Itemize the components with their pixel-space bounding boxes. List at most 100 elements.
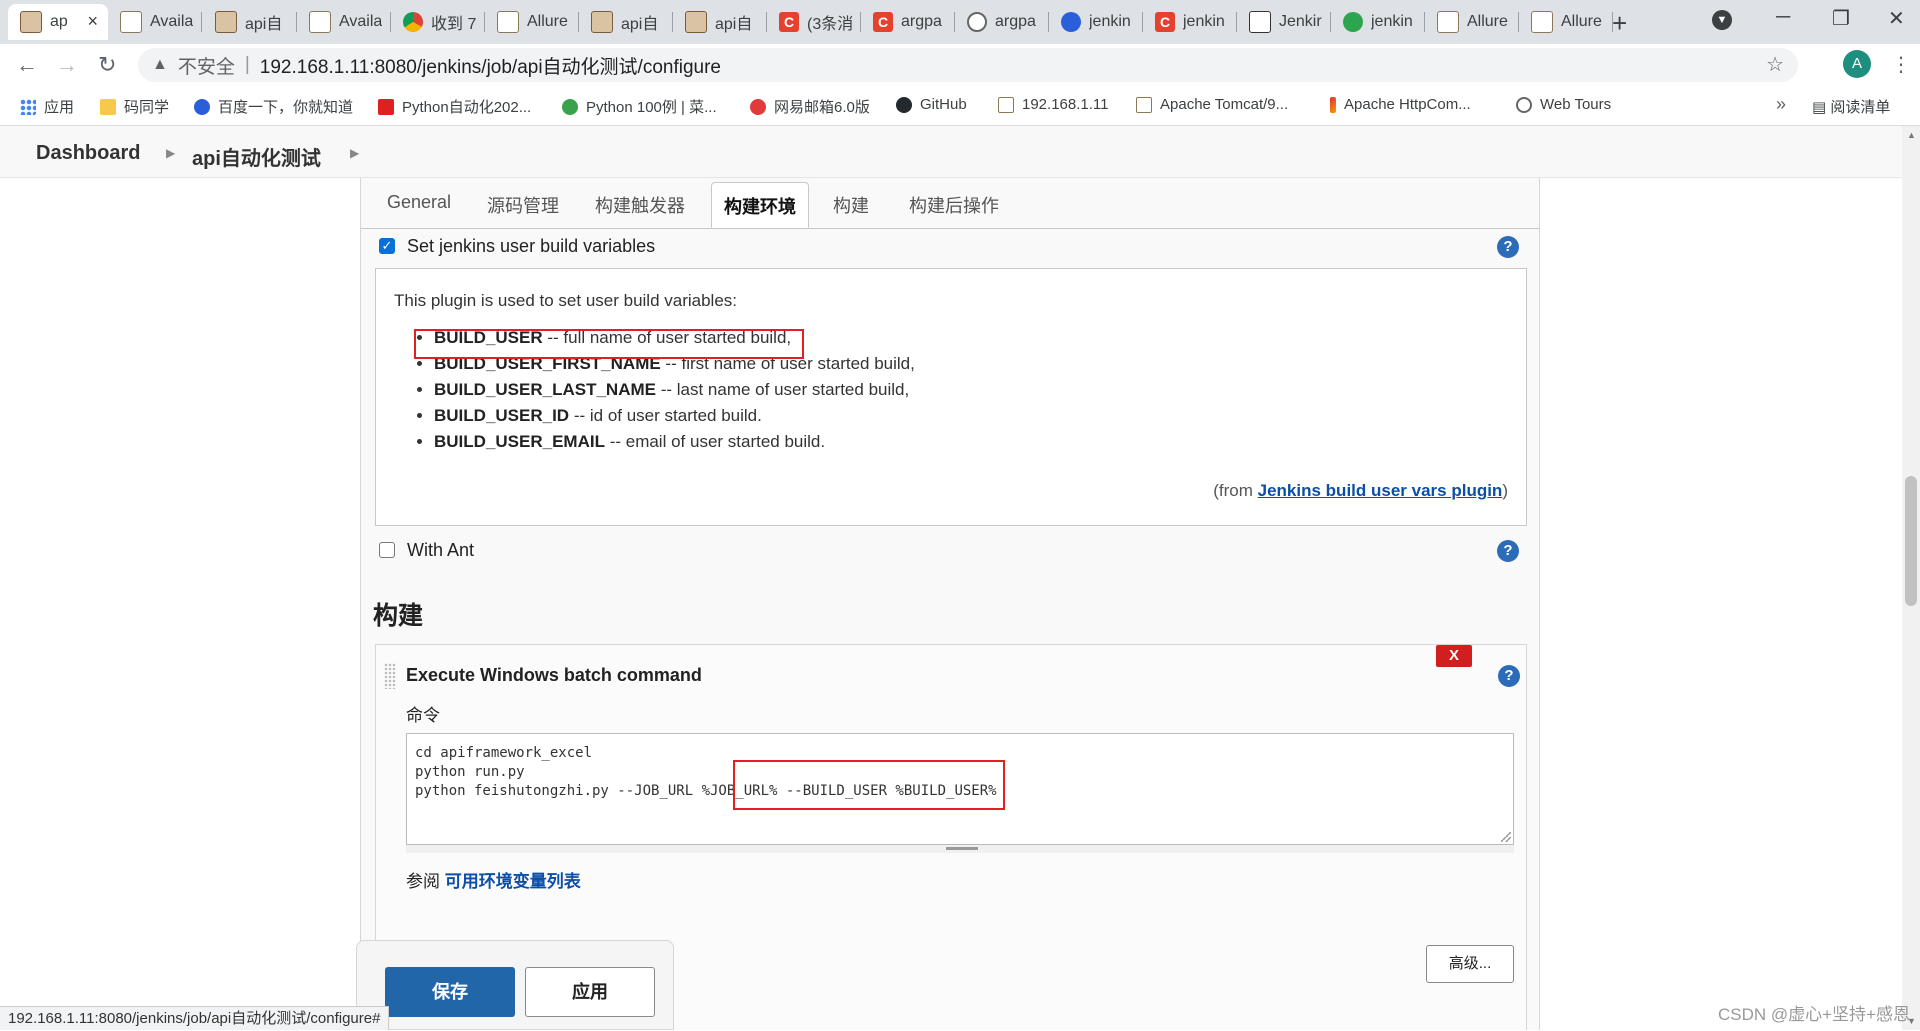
bookmark-item[interactable]: Apache Tomcat/9... <box>1136 96 1288 113</box>
breadcrumb-chevron-icon[interactable]: ▶ <box>350 146 359 160</box>
bookmark-item[interactable]: 网易邮箱6.0版 <box>750 96 870 117</box>
browser-menu-icon[interactable]: ⋮ <box>1891 52 1911 77</box>
browser-tab[interactable]: Allure <box>485 4 579 40</box>
new-tab-button[interactable]: + <box>1612 8 1627 39</box>
textarea-scrollbar[interactable] <box>406 845 1514 853</box>
tab-label: Availa <box>150 13 194 30</box>
tab-general[interactable]: General <box>387 192 451 213</box>
user-build-vars-label[interactable]: Set jenkins user build variables <box>407 236 655 257</box>
tab-build-triggers[interactable]: 构建触发器 <box>595 192 685 218</box>
browser-tab[interactable]: api自 <box>579 4 673 40</box>
browser-tab[interactable]: Cjenkin <box>1143 4 1237 40</box>
browser-tab[interactable]: Allure <box>1425 4 1519 40</box>
build-step-title: Execute Windows batch command <box>406 665 702 685</box>
help-icon[interactable]: ? <box>1498 665 1520 687</box>
tab-source-control[interactable]: 源码管理 <box>487 192 559 218</box>
bookmark-item[interactable]: Apache HttpCom... <box>1330 96 1471 113</box>
user-build-vars-checkbox[interactable]: ✓ <box>379 238 395 254</box>
bookmark-item[interactable]: Python自动化202... <box>378 96 531 117</box>
img-favicon-icon <box>1437 11 1459 33</box>
advanced-button[interactable]: 高级... <box>1426 945 1514 983</box>
reload-icon[interactable]: ↻ <box>98 52 116 78</box>
plugin-help-box: This plugin is used to set user build va… <box>375 268 1527 526</box>
tab-search-icon[interactable]: ▼ <box>1712 10 1732 30</box>
bookmark-item[interactable]: 192.168.1.11 <box>998 96 1108 113</box>
help-icon[interactable]: ? <box>1497 540 1519 562</box>
variable-description: -- last name of user started build, <box>655 380 910 399</box>
job-config-panel: General 源码管理 构建触发器 构建环境 构建 构建后操作 ✓ Set j… <box>360 178 1540 1030</box>
tab-build-environment[interactable]: 构建环境 <box>711 182 809 228</box>
bookmark-item[interactable]: Web Tours <box>1516 96 1611 113</box>
red-bookmark-icon <box>378 98 394 115</box>
browser-tab[interactable]: Allure <box>1519 4 1613 40</box>
browser-tab[interactable]: Cargpa <box>861 4 955 40</box>
tab-build[interactable]: 构建 <box>833 192 869 218</box>
bookmark-item[interactable]: 百度一下，你就知道 <box>194 96 353 117</box>
bookmark-star-icon[interactable]: ☆ <box>1766 52 1784 77</box>
close-tab-icon[interactable]: × <box>87 11 98 32</box>
address-bar[interactable]: ▲ 不安全 | 192.168.1.11:8080/jenkins/job/ap… <box>138 48 1798 82</box>
tab-label: Jenkir <box>1279 13 1322 30</box>
not-secure-label[interactable]: 不安全 <box>178 52 235 79</box>
status-bar-url: 192.168.1.11:8080/jenkins/job/api自动化测试/c… <box>0 1006 390 1030</box>
forward-arrow-icon[interactable]: → <box>56 52 78 78</box>
page-scrollbar[interactable]: ▲ ▼ <box>1902 126 1920 1030</box>
drag-handle-icon[interactable] <box>384 663 396 689</box>
browser-tab[interactable]: Jenkir <box>1237 4 1331 40</box>
baidu-favicon-icon <box>1061 12 1081 32</box>
more-bookmarks-button[interactable]: » <box>1776 94 1786 115</box>
resize-grip-icon[interactable] <box>1501 832 1511 842</box>
close-window-button[interactable]: ✕ <box>1888 6 1905 31</box>
address-divider: | <box>244 54 250 75</box>
tab-label: jenkin <box>1089 13 1131 30</box>
help-icon[interactable]: ? <box>1497 236 1519 258</box>
browser-tab[interactable]: Availa <box>297 4 391 40</box>
img-favicon-icon <box>1531 11 1553 33</box>
browser-tab[interactable]: ap × <box>8 4 108 40</box>
env-vars-link[interactable]: 可用环境变量列表 <box>445 872 581 891</box>
scroll-up-icon[interactable]: ▲ <box>1907 130 1916 140</box>
with-ant-checkbox[interactable] <box>379 542 395 558</box>
save-button[interactable]: 保存 <box>385 967 515 1017</box>
tab-post-build[interactable]: 构建后操作 <box>909 192 999 218</box>
delete-step-button[interactable]: X <box>1436 645 1472 667</box>
from-suffix: ) <box>1502 481 1508 500</box>
bookmark-item[interactable]: Python 100例 | 菜... <box>562 96 717 117</box>
address-url[interactable]: 192.168.1.11:8080/jenkins/job/api自动化测试/c… <box>260 52 721 79</box>
restore-window-button[interactable]: ❐ <box>1832 6 1850 31</box>
browser-tab[interactable]: jenkin <box>1331 4 1425 40</box>
apply-button[interactable]: 应用 <box>525 967 655 1017</box>
bookmark-label: 码同学 <box>124 99 170 116</box>
browser-tab[interactable]: Availa <box>108 4 202 40</box>
build-section-title: 构建 <box>373 602 424 630</box>
command-textarea[interactable]: cd apiframework_excel python run.py pyth… <box>406 733 1514 845</box>
page-scroll-thumb[interactable] <box>1905 476 1917 606</box>
browser-tab[interactable]: api自 <box>673 4 767 40</box>
bookmarks-bar: 应用 码同学 百度一下，你就知道 Python自动化202... Python 100例… <box>0 86 1920 126</box>
reading-list-icon: ▤ <box>1812 99 1831 116</box>
bookmark-item[interactable]: 应用 <box>20 96 74 117</box>
tab-label: argpa <box>995 13 1036 30</box>
profile-avatar[interactable]: A <box>1843 50 1871 78</box>
tab-label: jenkin <box>1371 13 1413 30</box>
breadcrumb-chevron-icon[interactable]: ▶ <box>166 146 175 160</box>
with-ant-label[interactable]: With Ant <box>407 540 474 561</box>
plugin-link[interactable]: Jenkins build user vars plugin <box>1258 481 1503 500</box>
variable-description: -- email of user started build. <box>604 432 826 451</box>
warning-triangle-icon[interactable]: ▲ <box>152 56 168 74</box>
browser-tab[interactable]: C (3条消 <box>767 4 861 40</box>
browser-tab[interactable]: argpa <box>955 4 1049 40</box>
textarea-scroll-thumb[interactable] <box>946 847 978 850</box>
breadcrumb-job[interactable]: api自动化测试 <box>192 142 321 171</box>
grid-bookmark-icon <box>20 98 36 115</box>
browser-tab[interactable]: 收到 7 <box>391 4 485 40</box>
globe2-bookmark-icon <box>1516 96 1532 113</box>
bookmark-item[interactable]: 码同学 <box>100 96 169 117</box>
minimize-window-button[interactable]: ─ <box>1776 6 1790 29</box>
reading-list-button[interactable]: ▤ 阅读清单 <box>1812 96 1890 117</box>
breadcrumb-dashboard[interactable]: Dashboard <box>36 142 140 165</box>
bookmark-item[interactable]: GitHub <box>896 96 967 113</box>
browser-tab[interactable]: jenkin <box>1049 4 1143 40</box>
back-arrow-icon[interactable]: ← <box>16 52 38 78</box>
browser-tab[interactable]: api自 <box>203 4 297 40</box>
